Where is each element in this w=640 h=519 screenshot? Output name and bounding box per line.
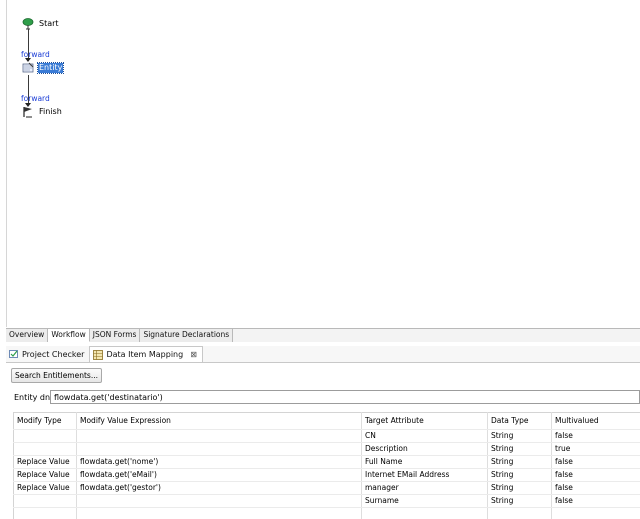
cell-modify-value-expression[interactable] bbox=[76, 429, 362, 443]
cell-modify-type[interactable]: Replace Value bbox=[13, 468, 77, 482]
cell-modify-value-expression[interactable] bbox=[76, 494, 362, 508]
cell-modify-value-expression[interactable]: flowdata.get('nome') bbox=[76, 455, 362, 469]
view-tab-bar: Project Checker Data Item Mapping ⊠ bbox=[6, 346, 640, 363]
table-header-row: Modify Type Modify Value Expression Targ… bbox=[13, 412, 640, 430]
finish-node[interactable]: Finish bbox=[22, 106, 63, 118]
table-row[interactable] bbox=[13, 507, 640, 519]
entity-dn-label: Entity dn: bbox=[14, 393, 53, 402]
editor-tab-bar: Overview Workflow JSON Forms Signature D… bbox=[6, 328, 640, 342]
table-row[interactable]: Replace Value flowdata.get('nome') Full … bbox=[13, 455, 640, 469]
edge-label-forward-2[interactable]: forward bbox=[21, 94, 50, 103]
column-header-modify-value-expression[interactable]: Modify Value Expression bbox=[76, 412, 362, 430]
cell-data-type: String bbox=[487, 494, 552, 508]
cell-target-attribute: Description bbox=[361, 442, 488, 456]
cell-target-attribute: Full Name bbox=[361, 455, 488, 469]
tab-project-checker-label: Project Checker bbox=[22, 349, 85, 359]
entity-node[interactable]: Entity bbox=[22, 62, 65, 74]
data-item-mapping-icon bbox=[93, 349, 104, 360]
cell-modify-type[interactable] bbox=[13, 494, 77, 508]
cell-target-attribute: Surname bbox=[361, 494, 488, 508]
project-checker-icon bbox=[9, 350, 18, 358]
entity-node-label: Entity bbox=[36, 62, 65, 74]
cell-data-type: String bbox=[487, 481, 552, 495]
entity-dn-input[interactable] bbox=[50, 390, 640, 404]
tab-overview[interactable]: Overview bbox=[6, 329, 49, 342]
cell-multivalued: false bbox=[551, 494, 640, 508]
cell-multivalued: true bbox=[551, 442, 640, 456]
search-entitlements-button[interactable]: Search Entitlements... bbox=[11, 368, 102, 383]
cell-data-type: String bbox=[487, 455, 552, 469]
workflow-canvas[interactable]: Start forward Entity forward Finish bbox=[6, 0, 640, 327]
cell-target-attribute bbox=[361, 507, 488, 519]
cell-multivalued: false bbox=[551, 481, 640, 495]
cell-modify-value-expression[interactable]: flowdata.get('eMail') bbox=[76, 468, 362, 482]
cell-modify-value-expression[interactable] bbox=[76, 442, 362, 456]
finish-flag-icon bbox=[23, 107, 32, 118]
mapping-table: Modify Type Modify Value Expression Targ… bbox=[13, 412, 640, 519]
tab-data-item-mapping[interactable]: Data Item Mapping ⊠ bbox=[89, 346, 203, 362]
table-row[interactable]: Replace Value flowdata.get('eMail') Inte… bbox=[13, 468, 640, 482]
cell-multivalued: false bbox=[551, 455, 640, 469]
tab-project-checker[interactable]: Project Checker bbox=[6, 346, 89, 362]
finish-node-label: Finish bbox=[39, 107, 62, 116]
cell-multivalued: false bbox=[551, 468, 640, 482]
cell-target-attribute: CN bbox=[361, 429, 488, 443]
column-header-modify-type[interactable]: Modify Type bbox=[13, 412, 77, 430]
cell-modify-type[interactable] bbox=[13, 429, 77, 443]
close-icon[interactable]: ⊠ bbox=[190, 350, 197, 359]
table-row[interactable]: Replace Value flowdata.get('gestor') man… bbox=[13, 481, 640, 495]
entity-icon bbox=[22, 62, 34, 73]
cell-target-attribute: Internet EMail Address bbox=[361, 468, 488, 482]
column-header-multivalued[interactable]: Multivalued bbox=[551, 412, 640, 430]
cell-modify-type[interactable]: Replace Value bbox=[13, 481, 77, 495]
cell-data-type: String bbox=[487, 429, 552, 443]
table-row[interactable]: Surname String false bbox=[13, 494, 640, 508]
cell-modify-value-expression[interactable]: flowdata.get('gestor') bbox=[76, 481, 362, 495]
cell-target-attribute: manager bbox=[361, 481, 488, 495]
table-row[interactable]: Description String true bbox=[13, 442, 640, 456]
cell-data-type: String bbox=[487, 442, 552, 456]
cell-modify-type[interactable] bbox=[13, 507, 77, 519]
tab-workflow[interactable]: Workflow bbox=[48, 329, 90, 342]
cell-multivalued: false bbox=[551, 429, 640, 443]
cell-data-type: String bbox=[487, 468, 552, 482]
tab-data-item-mapping-label: Data Item Mapping bbox=[106, 350, 184, 359]
column-header-data-type[interactable]: Data Type bbox=[487, 412, 552, 430]
column-header-target-attribute[interactable]: Target Attribute bbox=[361, 412, 488, 430]
cell-modify-value-expression[interactable] bbox=[76, 507, 362, 519]
table-row[interactable]: CN String false bbox=[13, 429, 640, 443]
cell-modify-type[interactable] bbox=[13, 442, 77, 456]
start-node-label: Start bbox=[39, 18, 59, 28]
cell-modify-type[interactable]: Replace Value bbox=[13, 455, 77, 469]
tab-signature-declarations[interactable]: Signature Declarations bbox=[140, 329, 234, 342]
cell-data-type bbox=[487, 507, 552, 519]
cell-multivalued bbox=[551, 507, 640, 519]
tab-json-forms[interactable]: JSON Forms bbox=[89, 329, 141, 342]
